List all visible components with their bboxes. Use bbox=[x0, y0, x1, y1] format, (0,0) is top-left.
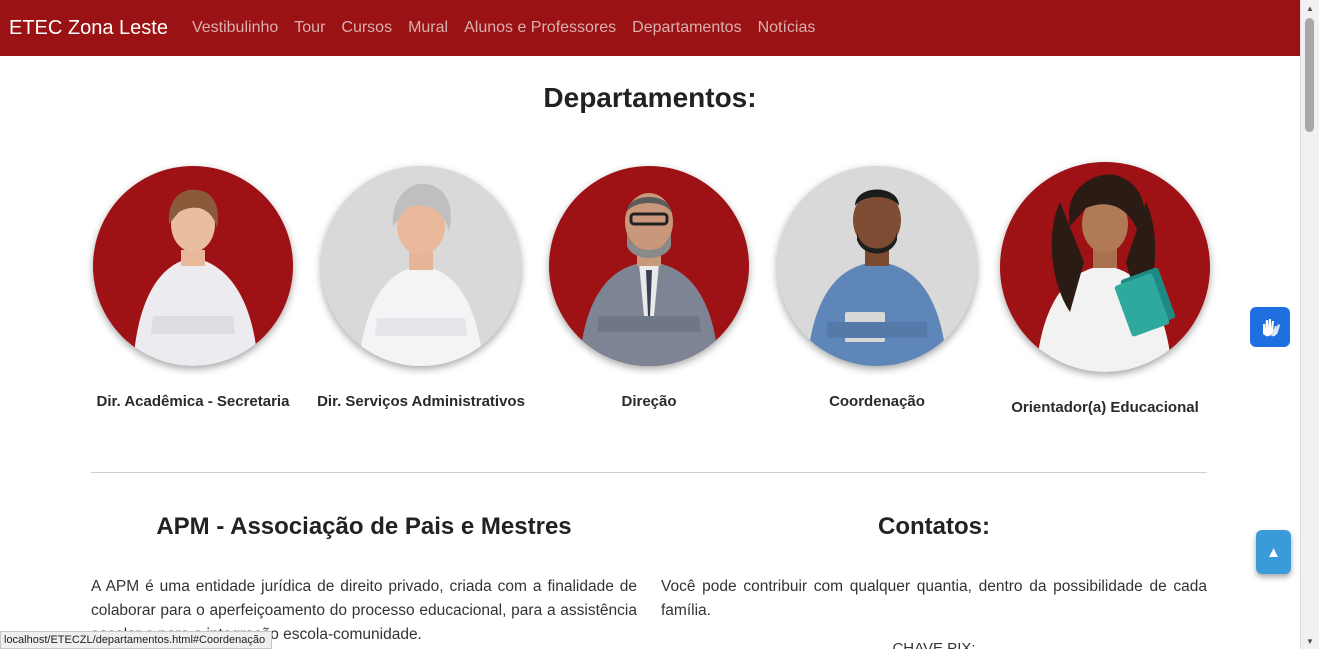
woman-senior-photo bbox=[321, 166, 521, 366]
dept-label: Direção bbox=[621, 393, 677, 410]
scroll-up-arrow-icon[interactable]: ▲ bbox=[1301, 2, 1319, 16]
link-status-bar: localhost/ETECZL/departamentos.html#Coor… bbox=[0, 631, 273, 649]
scroll-down-arrow-icon[interactable]: ▼ bbox=[1301, 635, 1319, 649]
woman-curly-illustration bbox=[1036, 174, 1176, 372]
triangle-up-icon: ▲ bbox=[1266, 543, 1281, 561]
libras-accessibility-button[interactable] bbox=[1250, 307, 1290, 347]
man-young-illustration bbox=[807, 189, 947, 366]
dept-label: Coordenação bbox=[829, 393, 925, 410]
nav-link-mural[interactable]: Mural bbox=[408, 19, 448, 37]
woman-senior-illustration bbox=[359, 183, 483, 366]
vertical-scrollbar[interactable]: ▲ ▼ bbox=[1300, 0, 1319, 649]
dept-card-coordenacao[interactable]: Coordenação bbox=[767, 162, 987, 411]
nav-link-noticias[interactable]: Notícias bbox=[758, 19, 816, 37]
nav-link-cursos[interactable]: Cursos bbox=[341, 19, 392, 37]
page-title: Departamentos: bbox=[543, 82, 757, 113]
section-divider bbox=[91, 472, 1207, 473]
scrollbar-thumb[interactable] bbox=[1305, 18, 1314, 132]
contacts-title: Contatos: bbox=[878, 513, 990, 540]
dept-label: Dir. Serviços Administrativos bbox=[317, 393, 525, 410]
dept-card-direcao[interactable]: Direção bbox=[539, 162, 759, 411]
contacts-description: Você pode contribuir com qualquer quanti… bbox=[661, 578, 1207, 619]
nav-link-tour[interactable]: Tour bbox=[294, 19, 325, 37]
dept-card-servicos-administrativos[interactable]: Dir. Serviços Administrativos bbox=[311, 162, 531, 411]
dept-card-academica[interactable]: Dir. Acadêmica - Secretaria bbox=[83, 162, 303, 411]
woman-young-illustration bbox=[133, 189, 258, 366]
back-to-top-button[interactable]: ▲ bbox=[1256, 530, 1291, 574]
nav-links: Vestibulinho Tour Cursos Mural Alunos e … bbox=[192, 19, 831, 37]
sign-language-hands-icon bbox=[1263, 319, 1280, 337]
woman-curly-photo bbox=[1000, 162, 1210, 372]
man-young-photo bbox=[777, 166, 977, 366]
nav-link-alunos-professores[interactable]: Alunos e Professores bbox=[464, 19, 616, 37]
man-suit-illustration bbox=[579, 193, 719, 366]
dept-card-orientador[interactable]: Orientador(a) Educacional bbox=[995, 162, 1215, 417]
dept-label: Orientador(a) Educacional bbox=[1011, 399, 1199, 416]
navbar-brand[interactable]: ETEC Zona Leste bbox=[9, 17, 168, 40]
pix-key-label: CHAVE PIX: bbox=[892, 640, 976, 649]
dept-label: Dir. Acadêmica - Secretaria bbox=[96, 393, 290, 410]
man-suit-photo bbox=[549, 166, 749, 366]
nav-link-departamentos[interactable]: Departamentos bbox=[632, 19, 741, 37]
top-navbar: ETEC Zona Leste Vestibulinho Tour Cursos… bbox=[0, 0, 1300, 56]
apm-title: APM - Associação de Pais e Mestres bbox=[156, 513, 572, 540]
woman-young-photo bbox=[93, 166, 293, 366]
nav-link-vestibulinho[interactable]: Vestibulinho bbox=[192, 19, 278, 37]
